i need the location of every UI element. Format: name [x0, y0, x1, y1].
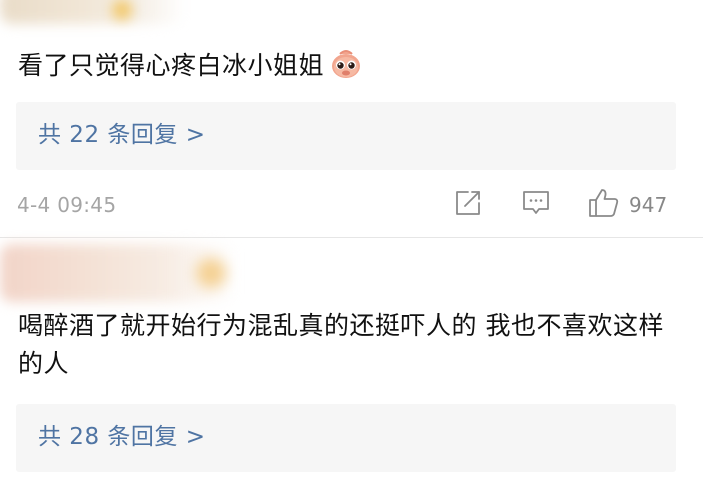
view-replies-link[interactable]: 共 28 条回复 > — [38, 421, 205, 453]
view-replies-link[interactable]: 共 22 条回复 > — [38, 119, 205, 151]
share-button[interactable] — [453, 189, 483, 221]
user-badge-blurred — [196, 258, 226, 288]
pig-face-icon — [330, 48, 362, 80]
like-button[interactable]: 947 — [587, 189, 667, 221]
like-count: 947 — [629, 193, 668, 217]
share-icon — [453, 188, 483, 222]
comment-timestamp: 4-4 09:45 — [17, 193, 117, 217]
reply-box[interactable]: 共 22 条回复 > — [16, 102, 676, 170]
comment-icon — [521, 188, 551, 222]
reply-box[interactable]: 共 28 条回复 > — [16, 404, 676, 472]
thumbs-up-icon — [587, 187, 621, 223]
comment-text: 看了只觉得心疼白冰小姐姐 — [18, 47, 362, 85]
comment-button[interactable] — [521, 189, 551, 221]
username-blurred[interactable] — [0, 0, 185, 24]
comment-divider — [0, 237, 703, 238]
comment-meta-row: 4-4 09:45 947 — [0, 186, 703, 224]
user-badge-blurred — [112, 0, 132, 20]
comment-body: 看了只觉得心疼白冰小姐姐 — [18, 51, 325, 80]
comment-text: 喝醉酒了就开始行为混乱真的还挺吓人的 我也不喜欢这样的人 — [18, 311, 664, 378]
